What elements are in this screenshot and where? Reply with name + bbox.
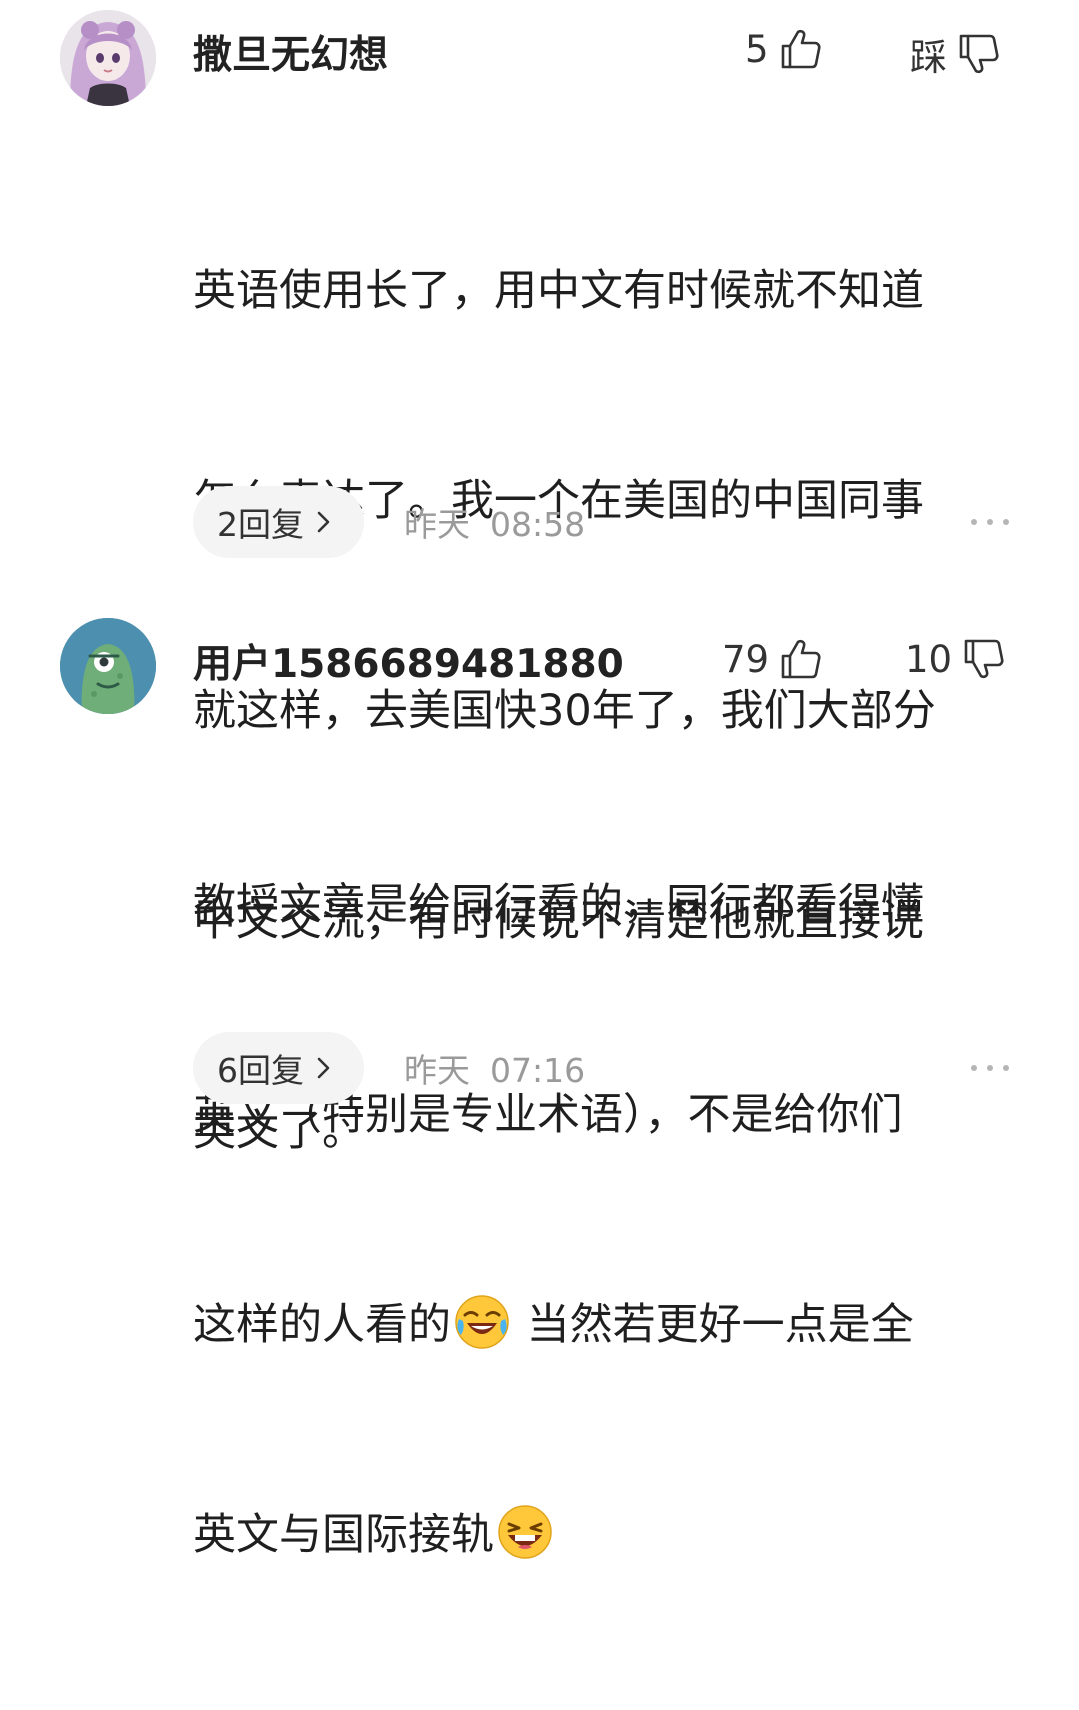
replies-label: 2回复 [217,505,304,544]
comment-line: 英文与国际接轨 [193,1500,1023,1570]
username[interactable]: 撒旦无幻想 [193,24,388,80]
comment-text: 教授文章是给同行看的，同行都看得懂 英文（特别是专业术语），不是给你们 这样的人… [193,730,1023,1710]
comment-item: 用户1586689481880 79 10 教授文章是给同行看的，同行都看得懂 … [0,600,1079,1560]
comment-line-text: 当然若更好一点是全 [513,1300,914,1350]
dislike-button[interactable]: 10 [905,637,1006,681]
like-button[interactable]: 79 [722,637,823,681]
dislike-count: 10 [905,637,953,681]
username[interactable]: 用户1586689481880 [193,633,624,689]
chevron-right-icon [314,509,334,535]
comment-line-text: 英文与国际接轨 [193,1510,494,1560]
laughing-crying-emoji [453,1293,511,1351]
timestamp: 昨天 07:16 [404,1044,585,1092]
timestamp: 昨天 08:58 [404,498,585,546]
comment-footer: 6回复 昨天 07:16 [193,1032,585,1104]
dislike-label: 踩 [910,36,947,79]
timestamp-clock: 07:16 [490,1051,586,1090]
comment-line: 这样的人看的 当然若更好一点是全 [193,1290,1023,1360]
replies-button[interactable]: 6回复 [193,1032,364,1104]
thumbs-up-icon [779,637,823,681]
timestamp-clock: 08:58 [490,505,586,544]
dislike-button[interactable]: 踩 [910,27,1001,81]
timestamp-day: 昨天 [404,1051,470,1090]
more-dots-icon[interactable] [968,1062,1012,1074]
replies-button[interactable]: 2回复 [193,486,364,558]
comment-item: 撒旦无幻想 5 踩 英语使用长了，用中文有时候就不知道 怎么表达了。我一个在美国… [0,0,1079,1156]
comment-footer: 2回复 昨天 08:58 [193,486,585,558]
like-button[interactable]: 5 [745,27,823,71]
thumbs-down-icon [962,637,1006,681]
like-count: 79 [722,637,770,681]
timestamp-day: 昨天 [404,505,470,544]
like-count: 5 [745,27,769,71]
grinning-emoji [496,1503,554,1561]
comment-line-text: 这样的人看的 [193,1300,451,1350]
comment-line: 教授文章是给同行看的，同行都看得懂 [193,880,924,930]
avatar[interactable] [60,10,156,106]
replies-label: 6回复 [217,1051,304,1090]
thumbs-up-icon [779,27,823,71]
thumbs-down-icon [957,32,1001,76]
avatar[interactable] [60,618,156,714]
comment-line: 英语使用长了，用中文有时候就不知道 [193,266,924,316]
chevron-right-icon [314,1055,334,1081]
more-dots-icon[interactable] [968,516,1012,528]
